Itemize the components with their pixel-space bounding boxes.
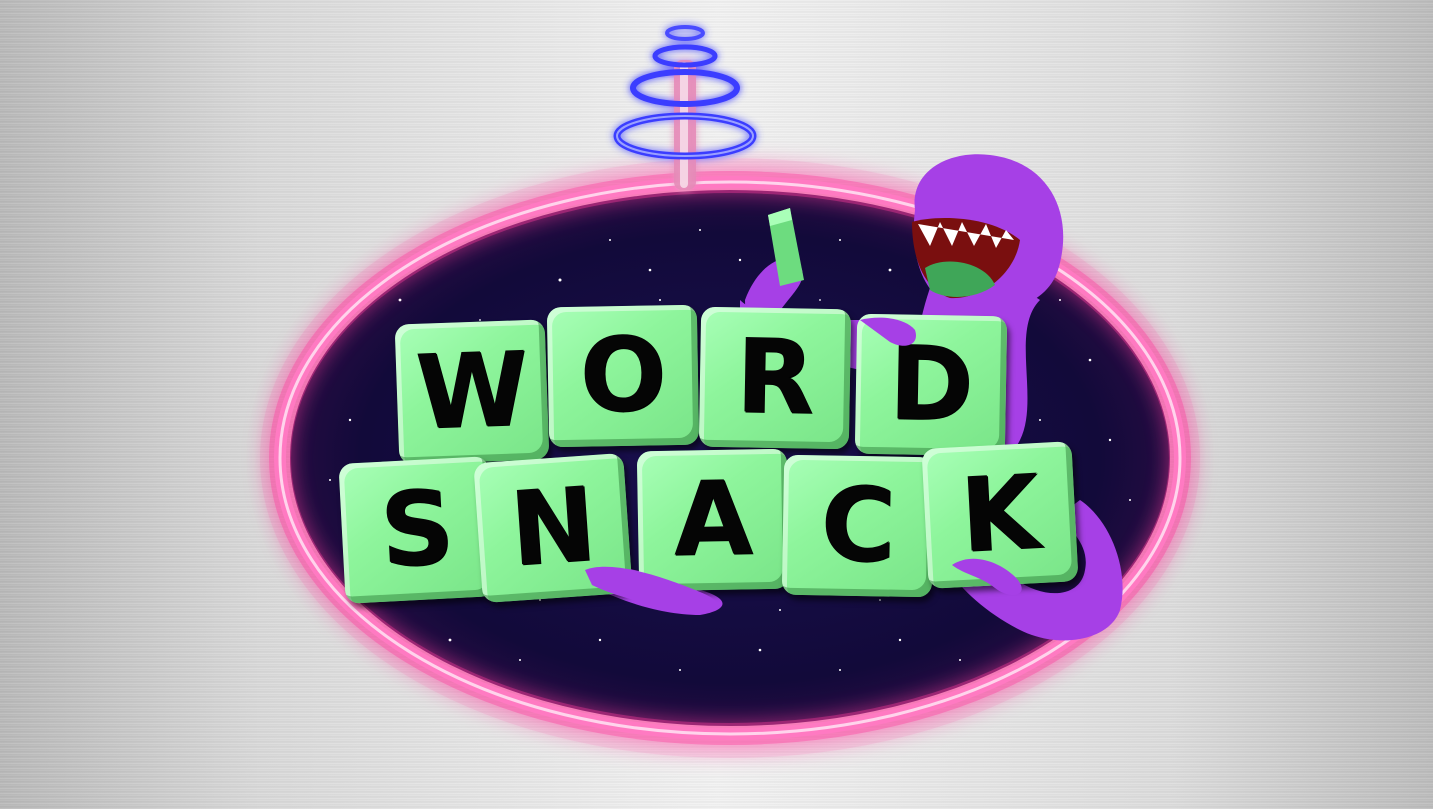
tile-w: W [394, 319, 550, 465]
tile-o: O [546, 304, 700, 448]
tile-d: D [854, 313, 1008, 457]
tile-a: A [636, 448, 790, 592]
title-screen: W O R D S N A C K [0, 0, 1433, 809]
tile-letter: S [377, 468, 457, 591]
tile-letter: N [506, 465, 600, 590]
tile-letter: O [578, 315, 668, 436]
tile-c: C [781, 454, 935, 598]
tile-letter: R [734, 317, 816, 438]
tile-letter: K [957, 453, 1043, 576]
tile-letter: A [672, 459, 754, 580]
tile-letter: D [887, 324, 975, 445]
tile-letter: W [413, 330, 531, 453]
tile-r: R [698, 306, 852, 450]
tile-k: K [921, 441, 1079, 589]
tile-s: S [338, 456, 496, 604]
tile-n: N [473, 452, 633, 604]
tile-letter: C [819, 465, 897, 586]
